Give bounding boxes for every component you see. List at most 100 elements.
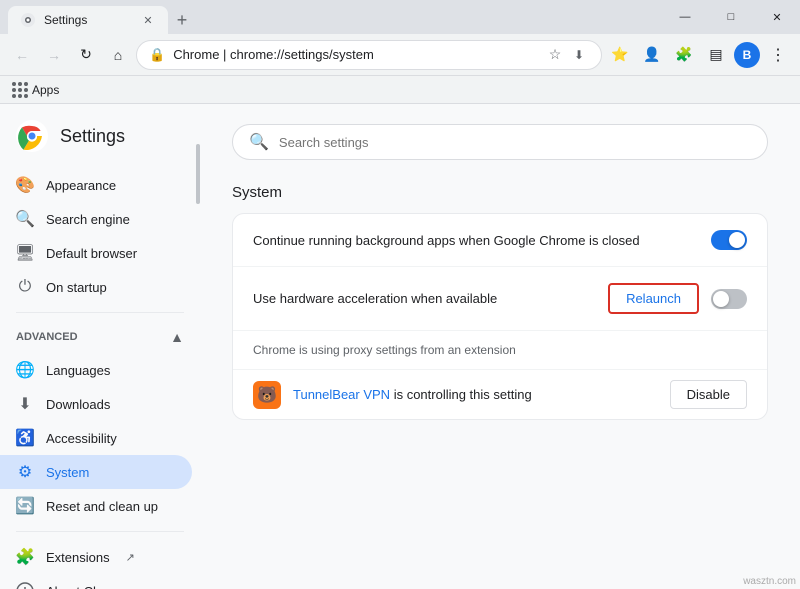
tab-close-button[interactable]: ✕ — [140, 12, 156, 28]
window-controls: — □ ✕ — [662, 0, 800, 34]
system-label: System — [46, 465, 89, 480]
settings-card: Continue running background apps when Go… — [232, 213, 768, 420]
toggle-knob — [729, 232, 745, 248]
external-link-icon: ↗ — [126, 551, 135, 564]
tab-favicon — [20, 12, 36, 28]
sidebar-title: Settings — [60, 126, 125, 147]
settings-content: 🔍 System Continue running background app… — [200, 104, 800, 589]
languages-icon: 🌐 — [16, 361, 34, 379]
nav-right: ⭐ 👤 🧩 ▤ B ⋮ — [606, 41, 792, 69]
sidebar-divider-2 — [16, 531, 184, 532]
hardware-accel-label: Use hardware acceleration when available — [253, 291, 608, 306]
hardware-accel-row: Use hardware acceleration when available… — [233, 267, 767, 331]
sidebar-header: Settings — [0, 112, 200, 168]
reset-icon: 🔄 — [16, 497, 34, 515]
search-icon: 🔍 — [249, 132, 269, 152]
advanced-collapse-icon: ▲ — [170, 329, 184, 345]
sidebar-scrollbar-track — [196, 104, 200, 589]
background-apps-toggle[interactable] — [711, 230, 747, 250]
section-title: System — [232, 184, 768, 201]
address-text: Chrome | chrome://settings/system — [173, 47, 537, 62]
appearance-label: Appearance — [46, 178, 116, 193]
menu-icon[interactable]: ⋮ — [764, 41, 792, 69]
sidebar-item-about-chrome[interactable]: About Chrome — [0, 574, 192, 589]
lock-icon: 🔒 — [149, 47, 165, 63]
on-startup-icon: ⏻ — [16, 278, 34, 296]
refresh-button[interactable]: ↻ — [72, 41, 100, 69]
sidebar-item-on-startup[interactable]: ⏻ On startup — [0, 270, 192, 304]
downloads-label: Downloads — [46, 397, 110, 412]
proxy-row: Chrome is using proxy settings from an e… — [233, 331, 767, 370]
hardware-accel-toggle[interactable] — [711, 289, 747, 309]
vpn-suffix: is controlling this setting — [390, 387, 532, 402]
sidebar-icon[interactable]: ▤ — [702, 41, 730, 69]
home-button[interactable]: ⌂ — [104, 41, 132, 69]
maximize-button[interactable]: □ — [708, 0, 754, 34]
sidebar-item-accessibility[interactable]: ♿ Accessibility — [0, 421, 192, 455]
sidebar-item-reset-clean-up[interactable]: 🔄 Reset and clean up — [0, 489, 192, 523]
bookmark-icon[interactable]: ☆ — [545, 45, 565, 65]
bookmark-page-icon[interactable]: ⭐ — [606, 41, 634, 69]
tab-area: Settings ✕ + — [0, 0, 196, 34]
forward-button[interactable]: → — [40, 41, 68, 69]
apps-bar: Apps — [0, 76, 800, 104]
download-icon[interactable]: ⬇ — [569, 45, 589, 65]
sidebar-scrollbar-thumb — [196, 144, 200, 204]
apps-label: Apps — [32, 83, 59, 97]
vpn-row: 🐻 TunnelBear VPN is controlling this set… — [233, 370, 767, 419]
disable-button[interactable]: Disable — [670, 380, 747, 409]
address-icons: ☆ ⬇ — [545, 45, 589, 65]
sidebar-item-search-engine[interactable]: 🔍 Search engine — [0, 202, 192, 236]
about-chrome-icon — [16, 582, 34, 589]
default-browser-label: Default browser — [46, 246, 137, 261]
default-browser-icon: 🖥 — [16, 244, 34, 262]
sidebar: Settings 🎨 Appearance 🔍 Search engine 🖥 … — [0, 104, 200, 589]
accessibility-icon: ♿ — [16, 429, 34, 447]
sidebar-divider-1 — [16, 312, 184, 313]
address-bar[interactable]: 🔒 Chrome | chrome://settings/system ☆ ⬇ — [136, 40, 602, 70]
settings-tab[interactable]: Settings ✕ — [8, 6, 168, 34]
background-apps-label: Continue running background apps when Go… — [253, 233, 711, 248]
accessibility-label: Accessibility — [46, 431, 117, 446]
downloads-icon: ⬇ — [16, 395, 34, 413]
search-input[interactable] — [279, 135, 751, 150]
advanced-label: Advanced — [16, 331, 78, 343]
vpn-link[interactable]: TunnelBear VPN — [293, 387, 390, 402]
on-startup-label: On startup — [46, 280, 107, 295]
sidebar-item-languages[interactable]: 🌐 Languages — [0, 353, 192, 387]
search-bar[interactable]: 🔍 — [232, 124, 768, 160]
search-engine-label: Search engine — [46, 212, 130, 227]
sidebar-item-default-browser[interactable]: 🖥 Default browser — [0, 236, 192, 270]
extensions-label: Extensions — [46, 550, 110, 565]
advanced-section-header[interactable]: Advanced ▲ — [0, 321, 200, 353]
extension-puzzle-icon[interactable]: 🧩 — [670, 41, 698, 69]
watermark: wasztn.com — [743, 576, 796, 587]
minimize-button[interactable]: — — [662, 0, 708, 34]
tab-title: Settings — [44, 13, 87, 27]
toggle-knob-2 — [713, 291, 729, 307]
languages-label: Languages — [46, 363, 110, 378]
new-tab-button[interactable]: + — [168, 6, 196, 34]
chrome-logo-icon — [16, 120, 48, 152]
apps-grid-icon — [12, 82, 28, 98]
user-avatar[interactable]: B — [734, 42, 760, 68]
title-bar: Settings ✕ + — □ ✕ — [0, 0, 800, 34]
search-engine-icon: 🔍 — [16, 210, 34, 228]
tunnelbear-icon: 🐻 — [253, 381, 281, 409]
sidebar-item-downloads[interactable]: ⬇ Downloads — [0, 387, 192, 421]
system-icon: ⚙ — [16, 463, 34, 481]
sidebar-item-system[interactable]: ⚙ System — [0, 455, 192, 489]
close-button[interactable]: ✕ — [754, 0, 800, 34]
appearance-icon: 🎨 — [16, 176, 34, 194]
proxy-label: Chrome is using proxy settings from an e… — [253, 343, 747, 357]
vpn-text: TunnelBear VPN is controlling this setti… — [293, 387, 658, 402]
reset-clean-up-label: Reset and clean up — [46, 499, 158, 514]
background-apps-row: Continue running background apps when Go… — [233, 214, 767, 267]
sidebar-item-extensions[interactable]: 🧩 Extensions ↗ — [0, 540, 192, 574]
apps-link[interactable]: Apps — [12, 82, 59, 98]
back-button[interactable]: ← — [8, 41, 36, 69]
profile-icon[interactable]: 👤 — [638, 41, 666, 69]
extensions-icon: 🧩 — [16, 548, 34, 566]
sidebar-item-appearance[interactable]: 🎨 Appearance — [0, 168, 192, 202]
relaunch-button[interactable]: Relaunch — [608, 283, 699, 314]
